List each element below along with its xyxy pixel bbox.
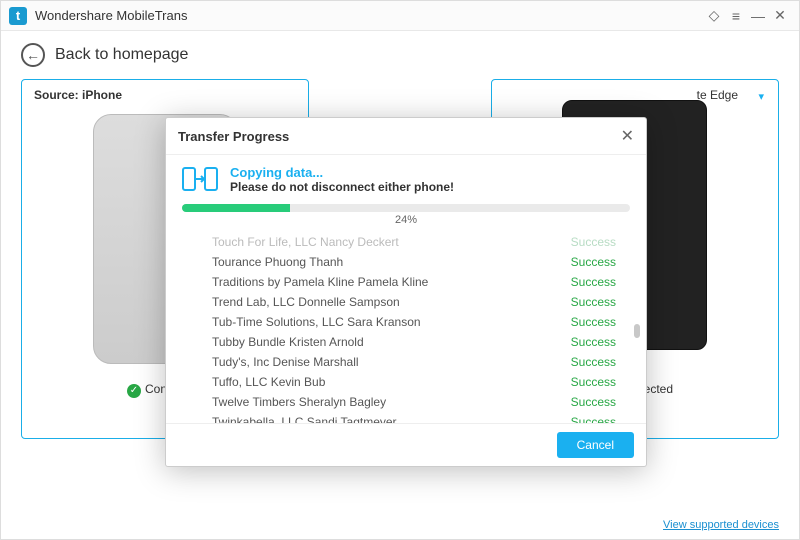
- back-arrow-icon: ←: [21, 43, 45, 67]
- item-name: Tuffo, LLC Kevin Bub: [212, 372, 561, 392]
- cancel-button[interactable]: Cancel: [557, 432, 634, 458]
- view-supported-devices-link[interactable]: View supported devices: [663, 519, 779, 531]
- close-dialog-icon[interactable]: ✕: [621, 126, 634, 146]
- phone-transfer-icon: [182, 165, 218, 193]
- list-item: Tourance Phuong ThanhSuccess: [212, 252, 616, 272]
- item-name: Twelve Timbers Sheralyn Bagley: [212, 392, 561, 412]
- item-status: Success: [561, 232, 616, 252]
- list-item: Traditions by Pamela Kline Pamela KlineS…: [212, 272, 616, 292]
- back-to-homepage-button[interactable]: ← Back to homepage: [21, 43, 779, 67]
- progress-bar: [182, 204, 630, 212]
- list-item: Trend Lab, LLC Donnelle SampsonSuccess: [212, 292, 616, 312]
- item-name: Traditions by Pamela Kline Pamela Kline: [212, 272, 561, 292]
- minimize-icon[interactable]: —: [747, 8, 769, 24]
- item-status: Success: [561, 392, 616, 412]
- progress-percent-label: 24%: [182, 214, 630, 226]
- list-item: Tub-Time Solutions, LLC Sara KransonSucc…: [212, 312, 616, 332]
- close-window-icon[interactable]: ✕: [769, 7, 791, 24]
- item-name: Tudy's, Inc Denise Marshall: [212, 352, 561, 372]
- item-status: Success: [561, 372, 616, 392]
- list-item: Tubby Bundle Kristen ArnoldSuccess: [212, 332, 616, 352]
- transfer-items-list: Touch For Life, LLC Nancy DeckertSuccess…: [166, 232, 646, 423]
- item-status: Success: [561, 252, 616, 272]
- item-name: Trend Lab, LLC Donnelle Sampson: [212, 292, 561, 312]
- back-label: Back to homepage: [55, 46, 188, 64]
- dialog-title: Transfer Progress: [178, 129, 289, 144]
- item-status: Success: [561, 412, 616, 423]
- item-name: Twinkabella, LLC Sandi Tagtmeyer: [212, 412, 561, 423]
- item-status: Success: [561, 272, 616, 292]
- item-name: Touch For Life, LLC Nancy Deckert: [212, 232, 561, 252]
- item-status: Success: [561, 352, 616, 372]
- scrollbar-thumb[interactable]: [634, 324, 640, 338]
- dialog-status-line: Copying data...: [230, 165, 454, 180]
- item-status: Success: [561, 312, 616, 332]
- item-status: Success: [561, 292, 616, 312]
- titlebar: t Wondershare MobileTrans ◇ ≡ — ✕: [1, 1, 799, 31]
- chevron-down-icon[interactable]: ▾: [758, 90, 764, 103]
- item-name: Tubby Bundle Kristen Arnold: [212, 332, 561, 352]
- item-name: Tourance Phuong Thanh: [212, 252, 561, 272]
- item-status: Success: [561, 332, 616, 352]
- window-title: Wondershare MobileTrans: [35, 8, 187, 23]
- dialog-warning-line: Please do not disconnect either phone!: [230, 180, 454, 194]
- list-item: Tuffo, LLC Kevin BubSuccess: [212, 372, 616, 392]
- list-item: Touch For Life, LLC Nancy DeckertSuccess: [212, 232, 616, 252]
- main-content: ← Back to homepage Source: iPhone ✓Conne…: [1, 31, 799, 539]
- feedback-icon[interactable]: ◇: [703, 7, 725, 24]
- transfer-progress-dialog: Transfer Progress ✕ Copying data... Plea…: [165, 117, 647, 467]
- list-item: Twelve Timbers Sheralyn BagleySuccess: [212, 392, 616, 412]
- app-logo-icon: t: [9, 7, 27, 25]
- list-item: Twinkabella, LLC Sandi TagtmeyerSuccess: [212, 412, 616, 423]
- progress-fill: [182, 204, 290, 212]
- menu-icon[interactable]: ≡: [725, 8, 747, 24]
- source-header: Source: iPhone: [34, 88, 296, 102]
- item-name: Tub-Time Solutions, LLC Sara Kranson: [212, 312, 561, 332]
- list-item: Tudy's, Inc Denise MarshallSuccess: [212, 352, 616, 372]
- destination-header-suffix: te Edge: [697, 88, 738, 102]
- check-icon: ✓: [127, 384, 141, 398]
